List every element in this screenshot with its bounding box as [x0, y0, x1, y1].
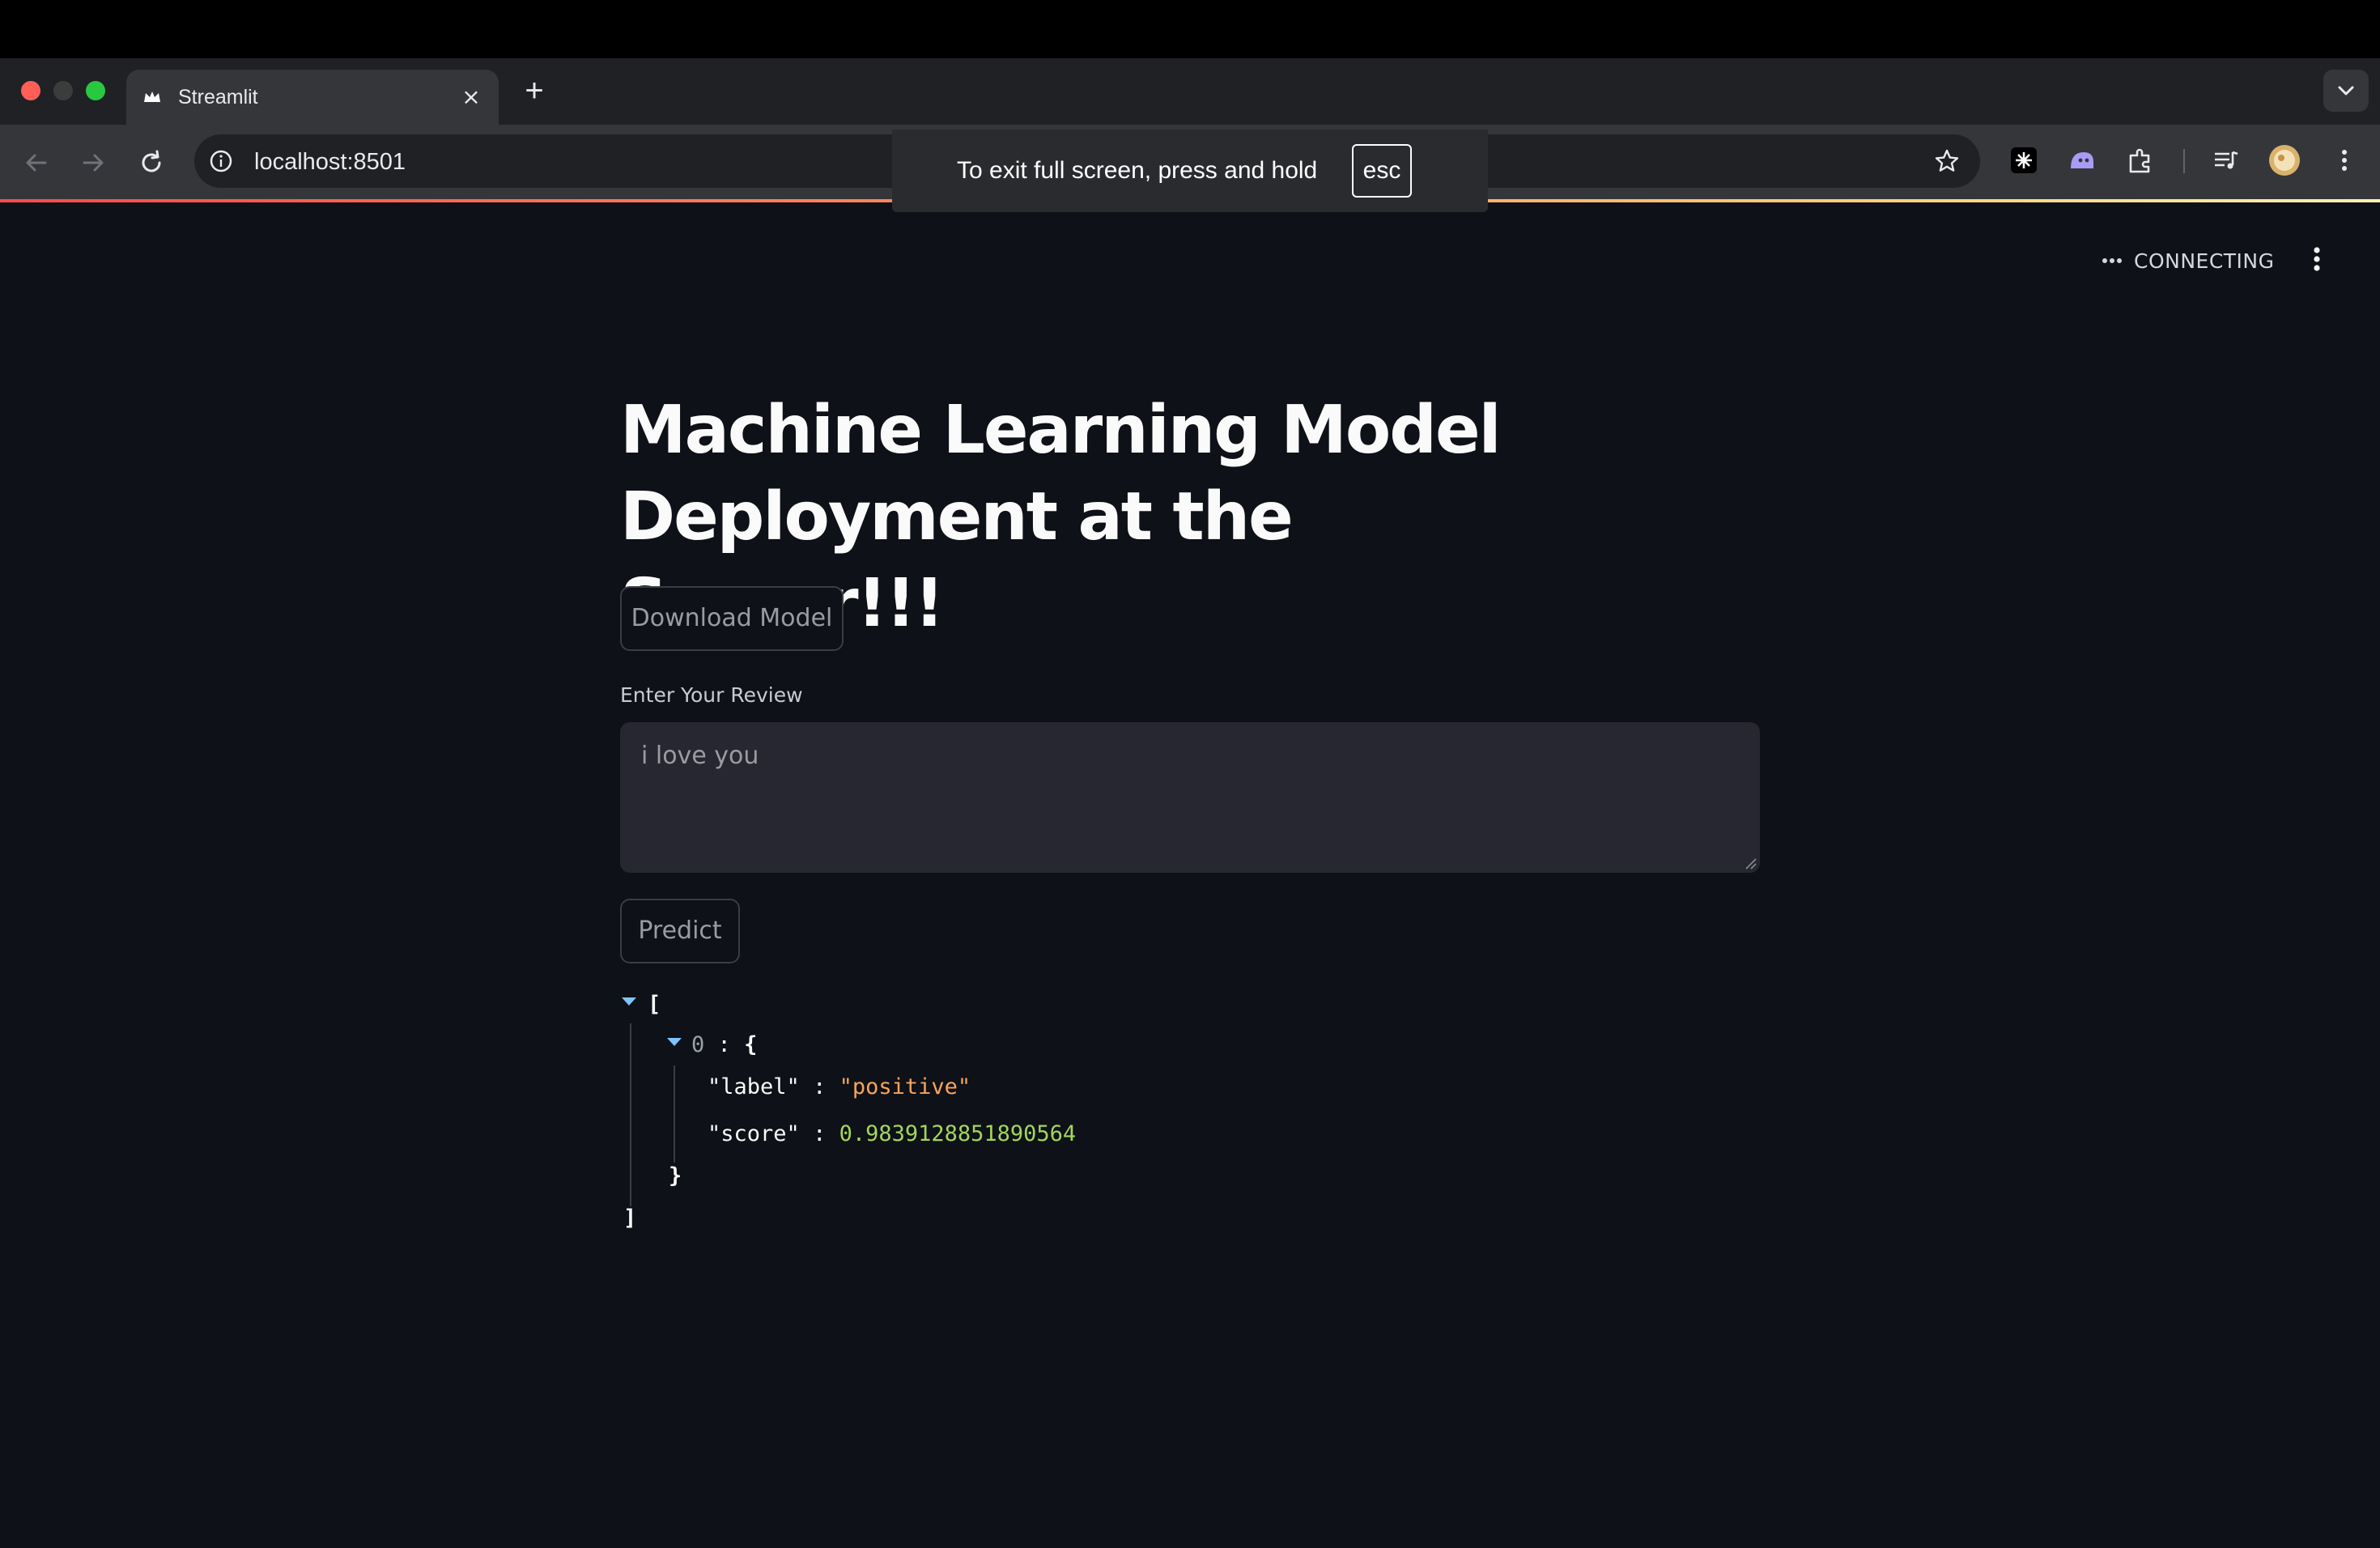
label-key: "label": [708, 1074, 800, 1099]
review-label: Enter Your Review: [620, 683, 803, 707]
array-guide-line: [630, 1023, 631, 1206]
collapse-array-icon[interactable]: [622, 997, 636, 1006]
media-icon[interactable]: [2210, 144, 2242, 176]
reload-icon[interactable]: [133, 144, 170, 181]
chevron-down-icon: [2338, 86, 2354, 96]
review-textarea[interactable]: i love you: [620, 722, 1760, 873]
download-model-button[interactable]: Download Model: [620, 586, 844, 651]
plus-icon[interactable]: +: [518, 74, 550, 108]
item-index: 0: [691, 1032, 705, 1057]
back-arrow-icon[interactable]: [18, 144, 55, 181]
tab-search-button[interactable]: [2323, 70, 2369, 112]
url-text[interactable]: localhost:8501: [254, 149, 406, 175]
resize-handle-icon[interactable]: [1744, 857, 1757, 870]
collapse-object-icon[interactable]: [667, 1038, 682, 1046]
label-value: "positive": [839, 1074, 971, 1099]
forward-arrow-icon[interactable]: [74, 144, 112, 181]
score-key: "score": [708, 1121, 800, 1146]
star-icon[interactable]: [1933, 147, 1961, 175]
object-close-brace: }: [669, 1163, 682, 1189]
object-open-brace: {: [744, 1032, 758, 1057]
json-colon: :: [813, 1074, 827, 1099]
json-colon: :: [813, 1121, 827, 1146]
app-menu-icon[interactable]: [2302, 243, 2331, 275]
info-icon[interactable]: [207, 147, 235, 175]
close-window-button[interactable]: [21, 81, 40, 100]
connection-status: CONNECTING: [2102, 245, 2275, 277]
array-close-bracket: ]: [623, 1206, 637, 1231]
kebab-menu-icon[interactable]: [2328, 144, 2361, 176]
puzzle-icon[interactable]: [2124, 144, 2157, 176]
fullscreen-notice-text: To exit full screen, press and hold: [957, 157, 1318, 184]
tab-streamlit[interactable]: Streamlit ×: [126, 70, 499, 125]
tab-title: Streamlit: [178, 86, 258, 108]
fullscreen-window-button[interactable]: [86, 81, 105, 100]
streamlit-crown-icon: [144, 91, 160, 102]
score-row: "score" : 0.9839128851890564: [708, 1121, 1076, 1148]
ellipsis-icon: [2102, 258, 2122, 263]
json-colon: :: [717, 1032, 731, 1057]
label-row: "label" : "positive": [708, 1074, 971, 1101]
extension-icon[interactable]: [2008, 144, 2040, 176]
esc-key-hint: esc: [1352, 144, 1412, 198]
avatar[interactable]: [2268, 144, 2301, 176]
minimize-window-button[interactable]: [53, 81, 73, 100]
toolbar-separator: [2183, 149, 2185, 173]
score-value: 0.9839128851890564: [839, 1121, 1077, 1146]
screen-top-bar: [0, 0, 2380, 58]
array-open-bracket: [: [648, 992, 661, 1017]
predict-button[interactable]: Predict: [620, 899, 740, 963]
object-guide-line: [674, 1065, 675, 1163]
connection-status-text: CONNECTING: [2134, 249, 2275, 273]
tab-strip: Streamlit × +: [0, 58, 2380, 125]
fullscreen-notice: To exit full screen, press and hold esc: [892, 130, 1488, 212]
ghost-extension-icon[interactable]: [2066, 144, 2098, 176]
close-icon[interactable]: ×: [457, 83, 486, 112]
